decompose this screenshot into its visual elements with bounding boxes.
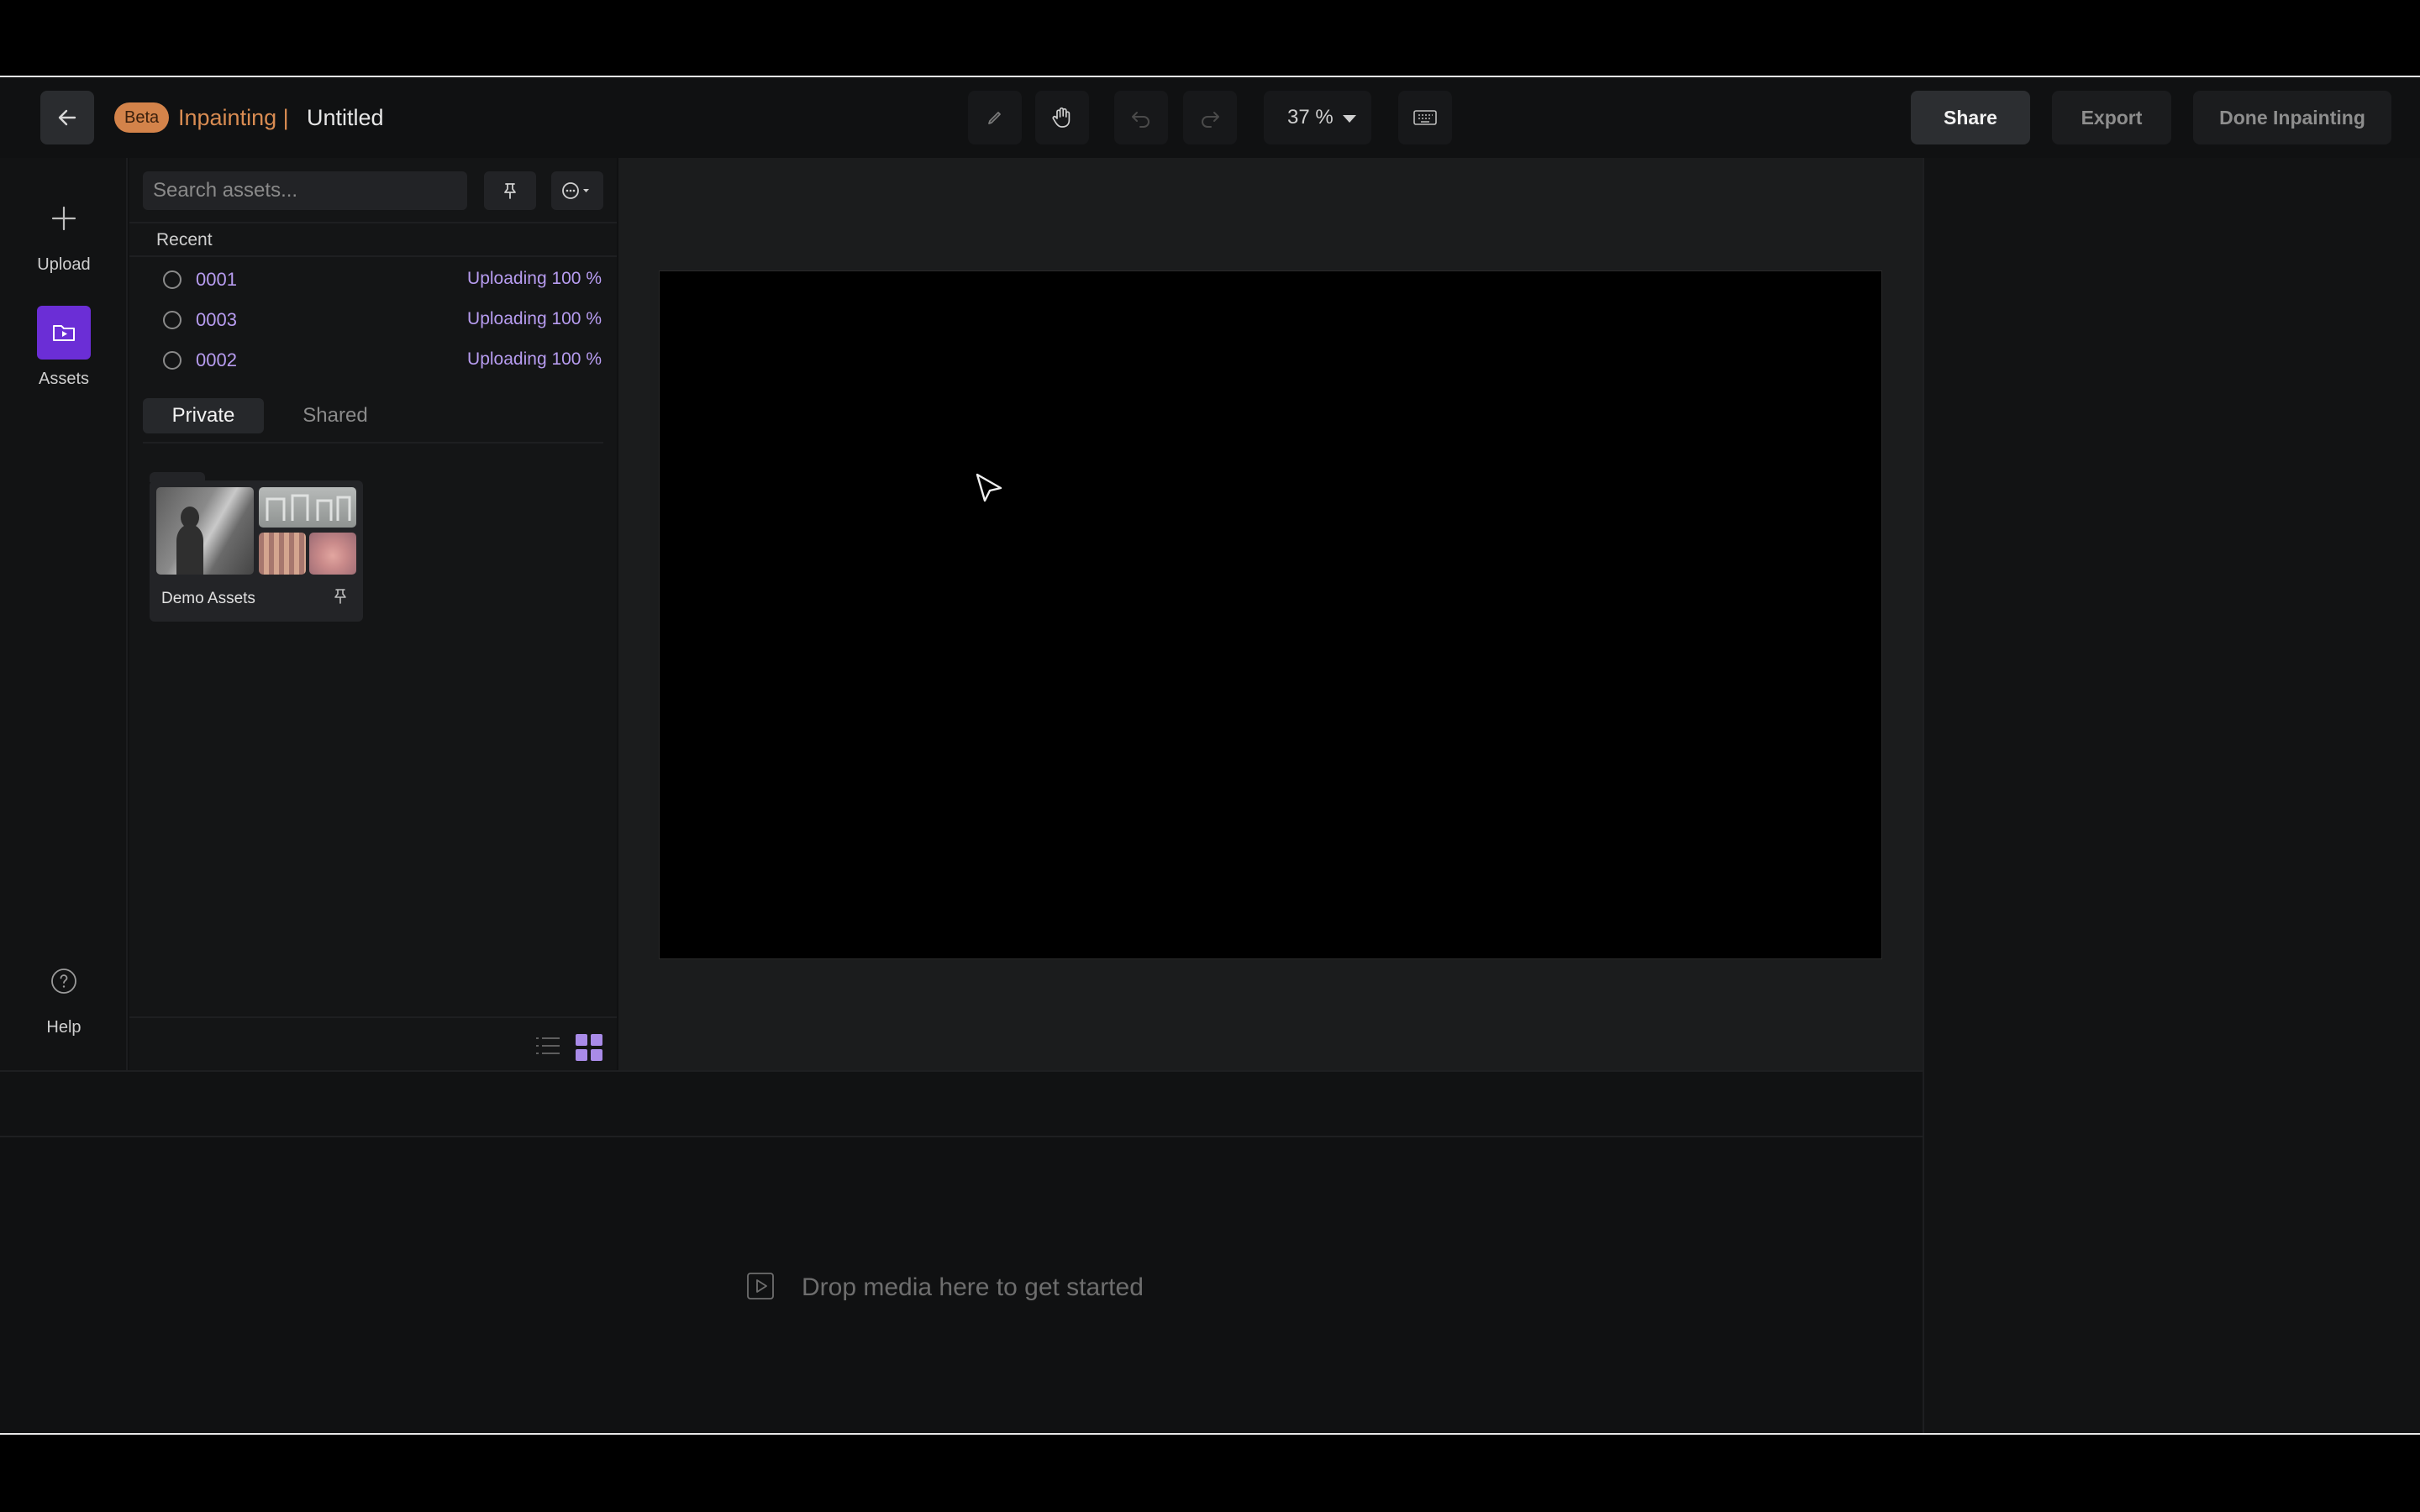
- hand-tool-button[interactable]: [1035, 91, 1089, 144]
- search-input[interactable]: Search assets...: [143, 171, 467, 210]
- chevron-down-icon: [1343, 115, 1356, 123]
- tab-shared[interactable]: Shared: [281, 398, 390, 433]
- app-name: Inpainting |: [178, 105, 289, 130]
- canvas-area: [618, 158, 1923, 1070]
- timeline-toolbar: [0, 1070, 1923, 1137]
- brush-icon: [988, 112, 1001, 124]
- folder-thumbnail: [156, 487, 254, 575]
- inpainting-canvas[interactable]: [659, 270, 1882, 959]
- grid-view-icon[interactable]: [575, 1033, 603, 1066]
- folder-thumbnail: [259, 487, 356, 528]
- folder-play-icon: [37, 306, 91, 360]
- share-button[interactable]: Share: [1911, 91, 2030, 144]
- redo-icon: [1202, 112, 1219, 128]
- asset-name: 0003: [196, 309, 237, 330]
- undo-icon: [1132, 112, 1150, 128]
- recent-item[interactable]: 0001 Uploading 100 %: [129, 259, 617, 299]
- keyboard-shortcuts-button[interactable]: [1398, 91, 1452, 144]
- mouse-cursor-icon: [975, 472, 1005, 510]
- radio-button[interactable]: [163, 270, 182, 289]
- pin-icon: [504, 183, 516, 199]
- more-circle-icon: [562, 182, 589, 199]
- more-options-button[interactable]: [551, 171, 603, 210]
- help-label: Help: [46, 1018, 82, 1037]
- zoom-value: 37 %: [1287, 106, 1334, 129]
- back-button[interactable]: [40, 91, 94, 144]
- arrow-left-icon: [58, 109, 76, 126]
- panel-footer: [129, 1016, 617, 1070]
- left-nav: Upload Assets Help: [0, 158, 128, 1070]
- beta-badge: Beta: [114, 102, 170, 133]
- folder-thumbnail: [259, 533, 306, 575]
- upload-status: Uploading 100 %: [467, 349, 602, 369]
- right-panel: [1923, 158, 2420, 1433]
- document-title[interactable]: Untitled: [307, 102, 384, 133]
- plus-icon: [37, 192, 91, 245]
- play-icon: [746, 1272, 775, 1305]
- pin-icon[interactable]: [333, 588, 348, 609]
- help-nav-item[interactable]: Help: [0, 954, 128, 1037]
- recent-item[interactable]: 0002 Uploading 100 %: [129, 339, 617, 380]
- asset-name: 0002: [196, 349, 237, 370]
- upload-nav-item[interactable]: Upload: [0, 192, 128, 275]
- radio-button[interactable]: [163, 311, 182, 329]
- tab-private[interactable]: Private: [143, 398, 264, 433]
- redo-button[interactable]: [1183, 91, 1237, 144]
- assets-panel: Search assets... Recent 0001 Uploading 1…: [129, 158, 617, 1070]
- done-inpainting-button[interactable]: Done Inpainting: [2193, 91, 2391, 144]
- demo-assets-folder[interactable]: Demo Assets: [150, 480, 363, 622]
- undo-button[interactable]: [1114, 91, 1168, 144]
- assets-label: Assets: [38, 370, 90, 388]
- asset-name: 0001: [196, 269, 237, 290]
- recent-item[interactable]: 0003 Uploading 100 %: [129, 299, 617, 339]
- brush-tool-button[interactable]: [968, 91, 1022, 144]
- assets-nav-item[interactable]: Assets: [0, 306, 128, 389]
- media-drop-zone[interactable]: Drop media here to get started: [0, 1137, 1923, 1433]
- upload-status: Uploading 100 %: [467, 309, 602, 328]
- radio-button[interactable]: [163, 351, 182, 370]
- upload-label: Upload: [37, 255, 91, 274]
- inpainting-app: Beta Inpainting | Untitled 37 % Share Ex…: [0, 76, 2420, 1435]
- export-button[interactable]: Export: [2052, 91, 2171, 144]
- folder-thumbnail: [309, 533, 356, 575]
- list-view-icon[interactable]: [534, 1035, 561, 1061]
- folder-name: Demo Assets: [161, 590, 255, 607]
- hand-icon: [1052, 107, 1071, 128]
- recent-heading: Recent: [129, 222, 617, 257]
- pin-button[interactable]: [484, 171, 536, 210]
- zoom-dropdown[interactable]: 37 %: [1264, 91, 1371, 144]
- drop-zone-text: Drop media here to get started: [802, 1273, 1144, 1301]
- visibility-tabs: Private Shared: [143, 398, 603, 444]
- keyboard-icon: [1413, 110, 1437, 125]
- help-icon: [37, 954, 91, 1008]
- top-bar: Beta Inpainting | Untitled 37 % Share Ex…: [0, 77, 2420, 158]
- upload-status: Uploading 100 %: [467, 269, 602, 288]
